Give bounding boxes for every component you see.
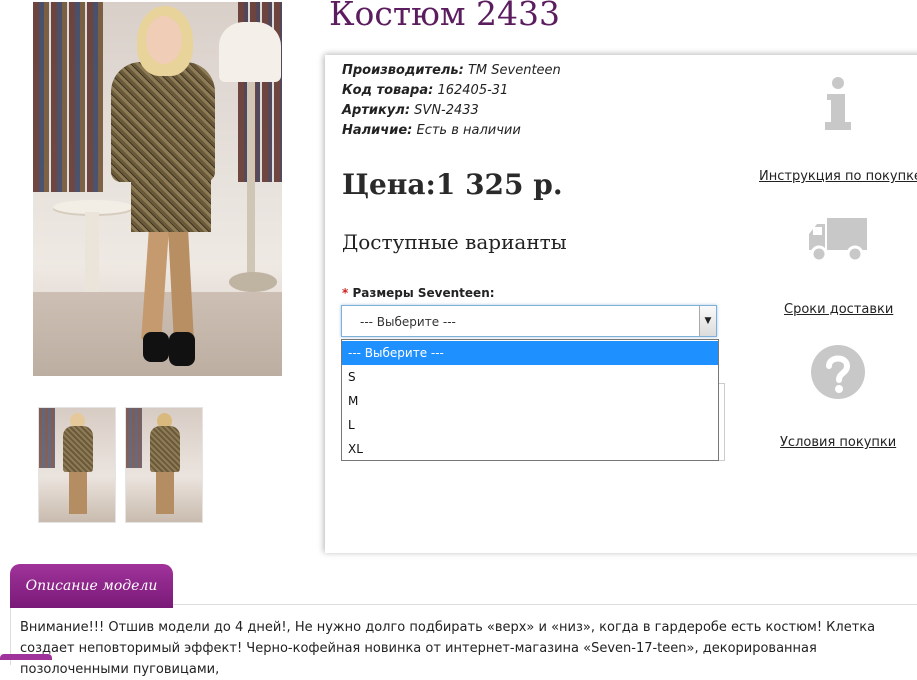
size-dropdown-list: --- Выберите --- S M L XL	[341, 339, 719, 461]
product-price: Цена:1 325 р.	[342, 168, 563, 201]
product-title: Костюм 2433	[329, 0, 561, 33]
photo-bookshelf-left	[33, 2, 103, 192]
photo-model-face	[146, 16, 182, 64]
photo-table-leg	[85, 212, 99, 292]
size-option-placeholder[interactable]: --- Выберите ---	[342, 341, 718, 365]
size-option-xl[interactable]: XL	[342, 437, 718, 461]
delivery-link[interactable]: Сроки доставки	[784, 302, 893, 317]
manufacturer-value: ТМ Seventeen	[467, 63, 561, 78]
product-code-row: Код товара: 162405-31	[342, 81, 508, 101]
product-thumbnail-back[interactable]	[125, 407, 203, 523]
size-label-text: Размеры Seventeen:	[352, 286, 495, 300]
size-option-l[interactable]: L	[342, 413, 718, 437]
availability-label: Наличие:	[342, 123, 413, 138]
manufacturer-row: Производитель: ТМ Seventeen	[342, 61, 561, 81]
info-icon[interactable]	[806, 72, 870, 136]
photo-model-shoe	[169, 332, 195, 366]
instruction-link[interactable]: Инструкция по покупке	[759, 169, 917, 184]
product-main-image[interactable]	[33, 2, 282, 376]
truck-icon[interactable]	[806, 208, 870, 272]
size-option-s[interactable]: S	[342, 365, 718, 389]
article-row: Артикул: SVN-2433	[342, 101, 479, 121]
required-mark: *	[342, 286, 349, 300]
availability-row: Наличие: Есть в наличии	[342, 121, 521, 141]
article-value: SVN-2433	[414, 103, 479, 118]
question-icon[interactable]	[806, 340, 870, 404]
variants-heading: Доступные варианты	[342, 230, 567, 254]
article-label: Артикул:	[342, 103, 411, 118]
chevron-down-icon[interactable]: ▼	[699, 306, 716, 336]
product-thumbnail-front[interactable]	[38, 407, 116, 523]
photo-lamp-base	[229, 272, 277, 292]
product-code-value: 162405-31	[437, 83, 509, 98]
manufacturer-label: Производитель:	[342, 63, 464, 78]
tab-description[interactable]: Описание модели	[10, 564, 173, 608]
conditions-link[interactable]: Условия покупки	[780, 435, 896, 450]
photo-lamp-pole	[247, 82, 255, 282]
product-code-label: Код товара:	[342, 83, 434, 98]
bottom-accent-strip	[0, 654, 52, 660]
photo-lamp-shade	[219, 22, 281, 82]
photo-model-shoe	[143, 332, 169, 362]
size-select-value: --- Выберите ---	[360, 315, 456, 329]
photo-model-jacket	[111, 62, 215, 182]
size-select[interactable]: --- Выберите --- ▼	[341, 305, 717, 337]
size-label: * Размеры Seventeen:	[342, 286, 495, 300]
description-text: Внимание!!! Отшив модели до 4 дней!, Не …	[20, 620, 876, 677]
availability-value: Есть в наличии	[416, 123, 521, 138]
size-option-m[interactable]: M	[342, 389, 718, 413]
